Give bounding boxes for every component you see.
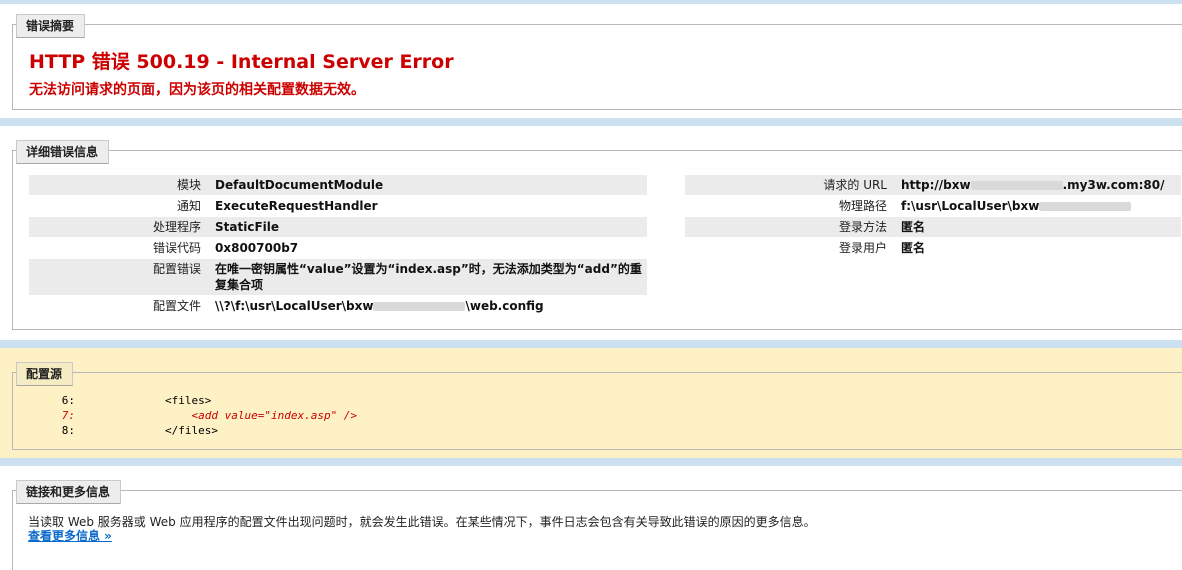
- separator-band-3: [0, 458, 1182, 466]
- detail-row-logon-method: 登录方法 匿名: [685, 217, 1181, 237]
- detail-row-notification: 通知 ExecuteRequestHandler: [29, 196, 647, 216]
- detail-row-physical-path: 物理路径 f:\usr\LocalUser\bxw: [685, 196, 1181, 216]
- path-suffix: \web.config: [465, 299, 544, 313]
- error-subtitle: 无法访问请求的页面，因为该页的相关配置数据无效。: [29, 82, 365, 98]
- detail-value: 0x800700b7: [215, 241, 299, 255]
- top-band: [0, 0, 1182, 4]
- line-text: </files>: [165, 424, 218, 437]
- detail-label: 处理程序: [152, 220, 201, 234]
- separator-band-2: [0, 340, 1182, 348]
- error-title: HTTP 错误 500.19 - Internal Server Error: [29, 51, 454, 73]
- detail-label: 配置文件: [152, 299, 201, 313]
- error-summary-legend: 错误摘要: [16, 14, 86, 38]
- links-legend: 链接和更多信息: [16, 480, 122, 504]
- detail-row-config-error: 配置错误 在唯一密钥属性“value”设置为“index.asp”时，无法添加类…: [29, 259, 647, 295]
- detail-label: 通知: [176, 199, 201, 213]
- links-info-text: 当读取 Web 服务器或 Web 应用程序的配置文件出现问题时，就会发生此错误。…: [28, 515, 816, 529]
- url-prefix: http://bxw: [901, 178, 971, 192]
- detail-value: http://bxw .my3w.com:80/: [895, 175, 1181, 195]
- line-number: 6:: [61, 394, 75, 407]
- detail-row-error-code: 错误代码 0x800700b7: [29, 238, 647, 258]
- detail-row-logon-user: 登录用户 匿名: [685, 238, 1181, 258]
- redacted-block: [373, 302, 466, 311]
- more-info-link[interactable]: 查看更多信息 »: [28, 527, 112, 544]
- error-summary-section: 错误摘要 HTTP 错误 500.19 - Internal Server Er…: [12, 14, 1182, 110]
- code-line: 6: <files>: [41, 393, 357, 408]
- detail-value: ExecuteRequestHandler: [215, 199, 378, 213]
- redacted-block: [1039, 202, 1132, 211]
- details-legend: 详细错误信息: [16, 140, 110, 164]
- detail-value: DefaultDocumentModule: [215, 178, 384, 192]
- detail-value: 匿名: [901, 241, 926, 255]
- line-text: <add value="index.asp" />: [165, 409, 358, 422]
- detail-value: 匿名: [901, 220, 926, 234]
- detail-label: 物理路径: [838, 199, 887, 213]
- detail-row-config-file: 配置文件 \\?\f:\usr\LocalUser\bxw \web.config: [29, 296, 647, 316]
- url-suffix: .my3w.com:80/: [1062, 178, 1165, 192]
- code-line-highlighted: 7: <add value="index.asp" />: [41, 408, 357, 423]
- path-prefix: f:\usr\LocalUser\bxw: [901, 199, 1040, 213]
- detail-row-handler: 处理程序 StaticFile: [29, 217, 647, 237]
- config-source-section: 配置源 6: <files> 7: <add value="index.asp" …: [12, 362, 1182, 450]
- code-line: 8: </files>: [41, 423, 357, 438]
- line-text: <files>: [165, 394, 212, 407]
- separator-band-1: [0, 118, 1182, 126]
- redacted-block: [970, 181, 1063, 190]
- detail-value: f:\usr\LocalUser\bxw: [895, 196, 1181, 216]
- config-source-code: 6: <files> 7: <add value="index.asp" /> 8…: [41, 393, 357, 438]
- detail-value: StaticFile: [215, 220, 280, 234]
- path-prefix: \\?\f:\usr\LocalUser\bxw: [215, 299, 374, 313]
- detail-label: 模块: [176, 178, 201, 192]
- detail-value: \\?\f:\usr\LocalUser\bxw \web.config: [209, 296, 647, 316]
- detail-label: 请求的 URL: [823, 178, 887, 192]
- detail-row-module: 模块 DefaultDocumentModule: [29, 175, 647, 195]
- detail-label: 配置错误: [152, 262, 201, 276]
- config-source-legend: 配置源: [16, 362, 74, 386]
- detail-value: 在唯一密钥属性“value”设置为“index.asp”时，无法添加类型为“ad…: [215, 262, 642, 292]
- detail-label: 登录用户: [838, 241, 887, 255]
- detail-label: 错误代码: [152, 241, 201, 255]
- details-section: 详细错误信息 模块 DefaultDocumentModule 通知 Execu…: [12, 140, 1182, 330]
- links-section: 链接和更多信息 当读取 Web 服务器或 Web 应用程序的配置文件出现问题时，…: [12, 480, 1182, 570]
- line-number: 7:: [61, 409, 75, 422]
- detail-row-request-url: 请求的 URL http://bxw .my3w.com:80/: [685, 175, 1181, 195]
- detail-label: 登录方法: [838, 220, 887, 234]
- line-number: 8:: [61, 424, 75, 437]
